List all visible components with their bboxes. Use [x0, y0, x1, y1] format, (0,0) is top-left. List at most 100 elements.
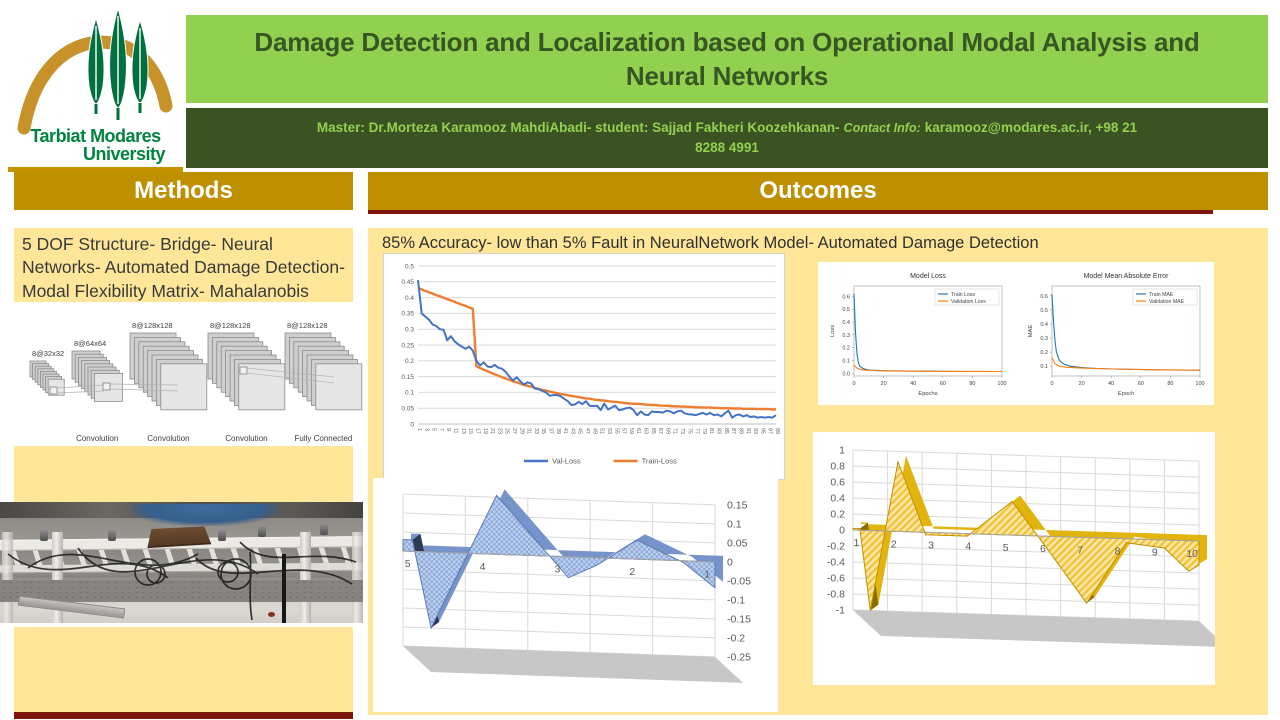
svg-text:-0.4: -0.4 [827, 557, 845, 569]
svg-text:61: 61 [635, 428, 641, 434]
svg-text:8@64x64: 8@64x64 [74, 339, 106, 348]
svg-text:89: 89 [737, 428, 743, 434]
svg-text:0.2: 0.2 [1040, 350, 1048, 356]
svg-text:Train MAE: Train MAE [1149, 292, 1174, 298]
svg-text:0.1: 0.1 [1040, 364, 1048, 370]
authors-contact-bar: Master: Dr.Morteza Karamooz MahdiAbadi- … [186, 108, 1268, 168]
authors-line: Master: Dr.Morteza Karamooz MahdiAbadi- … [304, 118, 1150, 159]
svg-text:0.3: 0.3 [1040, 336, 1048, 342]
svg-text:-0.1: -0.1 [727, 594, 745, 606]
svg-text:63: 63 [642, 428, 648, 434]
svg-text:-0.2: -0.2 [827, 541, 845, 553]
svg-text:60: 60 [940, 381, 946, 387]
svg-text:0.5: 0.5 [405, 263, 414, 270]
svg-text:7: 7 [438, 428, 444, 431]
svg-text:-0.15: -0.15 [727, 613, 751, 625]
svg-text:4: 4 [965, 541, 971, 553]
svg-text:0.2: 0.2 [842, 346, 850, 352]
svg-text:47: 47 [584, 428, 590, 434]
svg-text:49: 49 [591, 428, 597, 434]
svg-text:0.2: 0.2 [830, 509, 845, 521]
svg-text:0.4: 0.4 [830, 493, 845, 505]
svg-text:5: 5 [431, 428, 437, 431]
svg-text:40: 40 [1108, 381, 1114, 387]
svg-text:91: 91 [745, 428, 751, 434]
outcomes-section-header: Outcomes [368, 172, 1268, 210]
photo-cables [0, 502, 363, 623]
svg-text:0.3: 0.3 [405, 327, 414, 334]
svg-text:27: 27 [511, 428, 517, 434]
svg-text:79: 79 [701, 428, 707, 434]
svg-text:-1: -1 [836, 605, 845, 617]
cnn-architecture-diagram: 8@32x32 8@64x64 Convolution 8@128x128 Convol… [8, 303, 363, 446]
svg-text:-0.6: -0.6 [827, 573, 845, 585]
svg-text:0: 0 [839, 525, 845, 537]
svg-text:Epochs: Epochs [918, 391, 937, 397]
training-history-canvas: 00.050.10.150.20.250.30.350.40.450.51357… [384, 254, 782, 477]
svg-text:80: 80 [1167, 381, 1173, 387]
svg-text:81: 81 [708, 428, 714, 434]
svg-text:0.4: 0.4 [842, 320, 850, 326]
svg-text:8@128x128: 8@128x128 [210, 321, 251, 330]
svg-text:83: 83 [716, 428, 722, 434]
cnn-diagram-canvas: 8@32x32 8@64x64 Convolution 8@128x128 Convol… [8, 303, 363, 446]
svg-text:13: 13 [460, 428, 466, 434]
svg-text:Model Loss: Model Loss [910, 273, 946, 280]
svg-text:Validation Loss: Validation Loss [951, 299, 986, 305]
svg-text:37: 37 [548, 428, 554, 434]
svg-text:20: 20 [1079, 381, 1085, 387]
svg-text:1: 1 [704, 569, 710, 581]
svg-text:0.0: 0.0 [842, 371, 850, 377]
svg-text:0.8: 0.8 [830, 461, 845, 473]
svg-text:17: 17 [474, 428, 480, 434]
svg-text:0.6: 0.6 [1040, 294, 1048, 300]
svg-text:53: 53 [606, 428, 612, 434]
svg-text:0.4: 0.4 [405, 295, 414, 302]
svg-text:0.35: 0.35 [401, 311, 414, 318]
outcomes-section-title: Outcomes [759, 177, 876, 205]
svg-text:0.2: 0.2 [405, 358, 414, 365]
university-name-line1: Tarbiat Modares [30, 126, 160, 146]
svg-text:0.5: 0.5 [842, 307, 850, 313]
svg-text:Val-Loss: Val-Loss [552, 457, 581, 466]
svg-text:65: 65 [650, 428, 656, 434]
svg-text:100: 100 [997, 381, 1006, 387]
svg-text:97: 97 [767, 428, 773, 434]
svg-text:45: 45 [577, 428, 583, 434]
svg-text:39: 39 [555, 428, 561, 434]
svg-text:0.25: 0.25 [401, 342, 414, 349]
svg-text:MAE: MAE [1028, 325, 1034, 338]
svg-text:0: 0 [727, 556, 733, 568]
svg-text:51: 51 [599, 428, 605, 434]
svg-text:60: 60 [1138, 381, 1144, 387]
svg-text:0.1: 0.1 [727, 518, 742, 530]
mode-shape-bridge-canvas: 10.80.60.40.20-0.2-0.4-0.6-0.8-112345678… [813, 432, 1215, 685]
svg-text:77: 77 [694, 428, 700, 434]
svg-text:Train Loss: Train Loss [951, 292, 975, 298]
methods-section-title: Methods [134, 177, 233, 205]
university-logo-art [8, 4, 183, 136]
poster-root: Tarbiat ModaresUniversity Damage Detecti… [0, 0, 1280, 720]
methods-spacer-panel [14, 446, 353, 502]
svg-text:0.05: 0.05 [727, 537, 748, 549]
svg-text:10: 10 [1186, 548, 1198, 560]
svg-text:Convolution: Convolution [147, 434, 189, 443]
svg-text:11: 11 [453, 428, 459, 434]
svg-text:35: 35 [540, 428, 546, 434]
svg-text:8@32x32: 8@32x32 [32, 349, 64, 358]
svg-text:1: 1 [839, 445, 845, 457]
poster-title: Damage Detection and Localization based … [214, 25, 1240, 94]
university-logo: Tarbiat ModaresUniversity [8, 4, 183, 172]
svg-text:0.3: 0.3 [842, 333, 850, 339]
svg-text:0: 0 [410, 421, 414, 428]
svg-text:Loss: Loss [830, 325, 836, 337]
svg-text:0: 0 [1050, 381, 1053, 387]
svg-text:Convolution: Convolution [225, 434, 267, 443]
svg-text:95: 95 [759, 428, 765, 434]
svg-text:80: 80 [969, 381, 975, 387]
svg-text:1: 1 [416, 428, 422, 431]
svg-text:Fully Connected: Fully Connected [294, 434, 352, 443]
svg-text:0.15: 0.15 [401, 374, 414, 381]
svg-text:0.6: 0.6 [842, 294, 850, 300]
svg-text:25: 25 [504, 428, 510, 434]
